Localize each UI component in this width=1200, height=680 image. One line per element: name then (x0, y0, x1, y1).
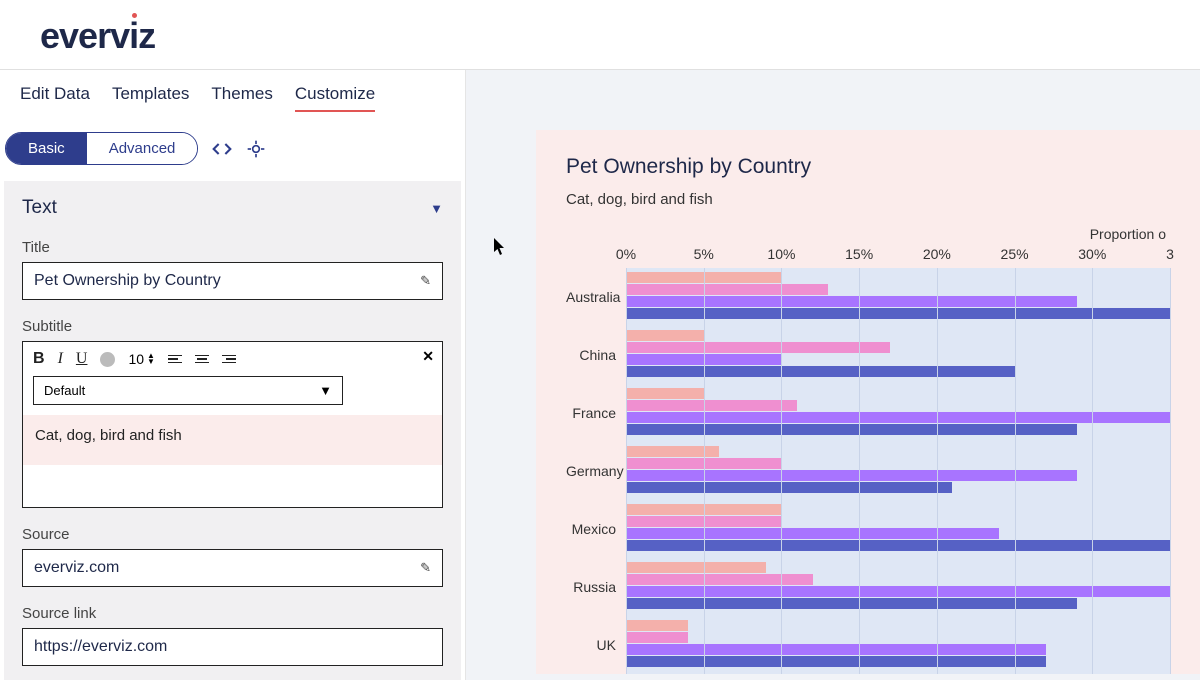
sourcelink-input-wrapper (22, 628, 443, 666)
source-label: Source (22, 526, 443, 543)
code-icon[interactable] (212, 139, 232, 159)
subtitle-content[interactable]: Cat, dog, bird and fish (23, 415, 442, 465)
text-section: Text ▼ Title ✎ Subtitle B I U (4, 181, 461, 680)
x-tick: 15% (845, 246, 873, 262)
mode-advanced[interactable]: Advanced (87, 133, 198, 164)
bar (626, 308, 1170, 319)
x-tick: 30% (1078, 246, 1106, 262)
chart-card: Pet Ownership by Country Cat, dog, bird … (536, 130, 1200, 674)
country-label: France (566, 405, 626, 421)
title-input[interactable] (34, 272, 420, 290)
app-header: everviz (0, 0, 1200, 70)
close-editor-icon[interactable]: ✕ (422, 348, 434, 365)
source-input[interactable] (34, 559, 420, 577)
x-tick: 5% (694, 246, 714, 262)
section-header-text[interactable]: Text ▼ (22, 197, 443, 219)
main-tabs: Edit Data Templates Themes Customize (0, 70, 465, 122)
font-family-select[interactable]: Default▼ (33, 376, 343, 405)
bar (626, 388, 704, 399)
edit-source-icon[interactable]: ✎ (420, 560, 431, 576)
target-icon[interactable] (246, 139, 266, 159)
tab-templates[interactable]: Templates (112, 84, 189, 112)
bold-button[interactable]: B (33, 350, 45, 368)
sourcelink-input[interactable] (34, 638, 431, 656)
mode-row: Basic Advanced (0, 122, 465, 175)
bar (626, 330, 704, 341)
bar (626, 598, 1077, 609)
bar (626, 656, 1046, 667)
bar (626, 366, 1015, 377)
bar (626, 586, 1170, 597)
font-size-stepper[interactable]: 10 ▲▼ (128, 351, 155, 367)
x-tick: 3 (1166, 246, 1174, 262)
sourcelink-label: Source link (22, 605, 443, 622)
rte-toolbar: B I U 10 ▲▼ ✕ (23, 342, 442, 376)
bar (626, 342, 890, 353)
mode-basic[interactable]: Basic (6, 133, 87, 164)
bar (626, 482, 952, 493)
bar (626, 412, 1170, 423)
bar (626, 296, 1077, 307)
color-picker[interactable] (100, 352, 115, 367)
bar (626, 574, 813, 585)
preview-panel: Pet Ownership by Country Cat, dog, bird … (465, 70, 1200, 680)
x-tick: 20% (923, 246, 951, 262)
tab-customize[interactable]: Customize (295, 84, 375, 112)
align-right-button[interactable] (222, 355, 236, 364)
editor-panel: Edit Data Templates Themes Customize Bas… (0, 70, 465, 680)
country-label: Australia (566, 289, 626, 305)
chart-plot: 0%5%10%15%20%25%30%3 (626, 246, 1170, 268)
x-tick: 10% (767, 246, 795, 262)
section-title: Text (22, 197, 57, 219)
bar (626, 528, 999, 539)
align-left-button[interactable] (168, 355, 182, 364)
bar (626, 424, 1077, 435)
bar (626, 540, 1170, 551)
title-input-wrapper: ✎ (22, 262, 443, 300)
chevron-down-icon: ▼ (430, 201, 443, 216)
chart-subtitle: Cat, dog, bird and fish (566, 191, 1170, 208)
chart-title: Pet Ownership by Country (566, 155, 1170, 179)
chart-xlabel: Proportion o (566, 226, 1170, 242)
align-center-button[interactable] (195, 355, 209, 364)
bar (626, 562, 766, 573)
subtitle-editor: B I U 10 ▲▼ ✕ Default▼ (22, 341, 443, 508)
country-label: Germany (566, 463, 626, 479)
tab-edit-data[interactable]: Edit Data (20, 84, 90, 112)
bar (626, 644, 1046, 655)
bar (626, 632, 688, 643)
rte-spacer[interactable] (23, 465, 442, 507)
x-tick: 25% (1001, 246, 1029, 262)
country-label: Mexico (566, 521, 626, 537)
italic-button[interactable]: I (58, 350, 63, 368)
source-input-wrapper: ✎ (22, 549, 443, 587)
tab-themes[interactable]: Themes (211, 84, 272, 112)
subtitle-label: Subtitle (22, 318, 443, 335)
underline-button[interactable]: U (76, 350, 88, 368)
country-label: China (566, 347, 626, 363)
bar (626, 620, 688, 631)
country-label: Russia (566, 579, 626, 595)
country-label: UK (566, 637, 626, 653)
title-label: Title (22, 239, 443, 256)
x-tick: 0% (616, 246, 636, 262)
bar (626, 470, 1077, 481)
bar (626, 446, 719, 457)
mode-toggle: Basic Advanced (5, 132, 198, 165)
brand-logo: everviz (40, 15, 1160, 57)
bar (626, 400, 797, 411)
bar (626, 284, 828, 295)
edit-title-icon[interactable]: ✎ (420, 273, 431, 289)
